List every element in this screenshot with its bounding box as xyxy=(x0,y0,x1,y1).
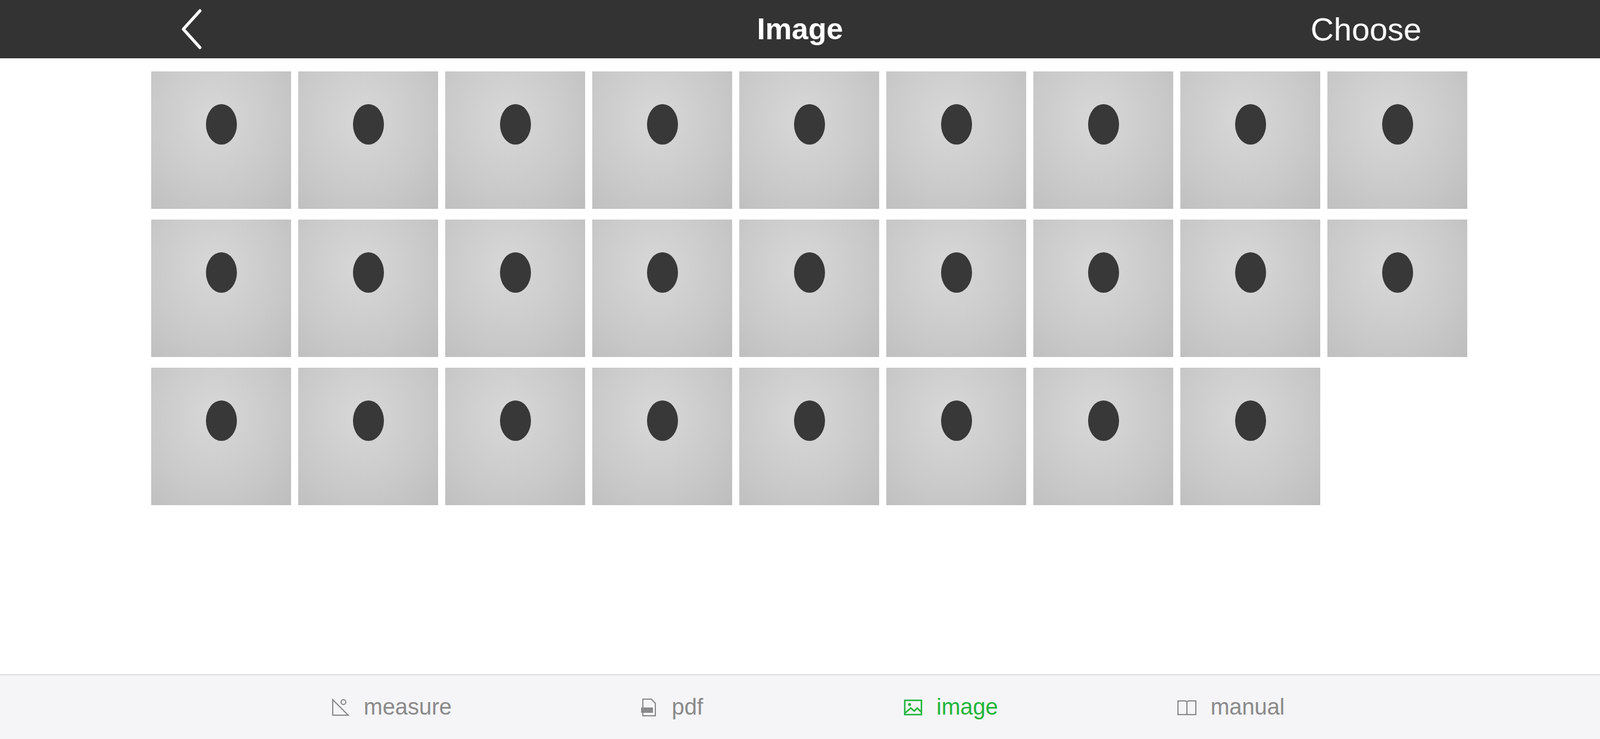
book-icon xyxy=(1176,697,1198,718)
image-thumbnail[interactable] xyxy=(592,367,733,506)
image-screen: Image Choose measure pdf image manual xyxy=(0,0,1600,739)
sample-spot xyxy=(1382,104,1414,145)
sample-spot xyxy=(352,400,384,442)
sample-spot xyxy=(1235,400,1267,442)
image-thumbnail[interactable] xyxy=(592,219,733,358)
image-thumbnail[interactable] xyxy=(1033,71,1174,209)
sample-spot xyxy=(647,252,678,293)
choose-button[interactable]: Choose xyxy=(1310,10,1422,48)
top-bar: Image Choose xyxy=(0,0,1600,59)
sample-spot xyxy=(941,400,973,442)
sample-spot xyxy=(794,104,825,145)
sample-spot xyxy=(500,104,531,145)
image-thumbnail[interactable] xyxy=(1180,367,1321,506)
sample-spot xyxy=(352,252,384,293)
image-thumbnail[interactable] xyxy=(445,219,586,358)
image-thumbnail[interactable] xyxy=(151,219,292,358)
image-thumbnail[interactable] xyxy=(592,71,733,209)
back-chevron-icon[interactable] xyxy=(179,8,204,50)
sample-spot xyxy=(1235,252,1267,293)
sample-spot xyxy=(352,104,384,145)
sample-spot xyxy=(205,400,237,442)
picture-icon xyxy=(902,697,924,718)
sample-spot xyxy=(500,400,531,442)
sample-spot xyxy=(1382,252,1414,293)
tab-label: image xyxy=(936,694,999,721)
image-thumbnail[interactable] xyxy=(151,367,292,506)
sample-spot xyxy=(647,400,678,442)
tab-label: measure xyxy=(363,694,452,721)
sample-spot xyxy=(1088,252,1120,293)
image-thumbnail[interactable] xyxy=(886,367,1027,506)
image-thumbnail[interactable] xyxy=(1180,219,1321,358)
sample-spot xyxy=(205,252,237,293)
sample-spot xyxy=(1235,104,1267,145)
sample-spot xyxy=(1088,104,1120,145)
sample-spot xyxy=(1088,400,1120,442)
image-thumbnail[interactable] xyxy=(886,219,1027,358)
image-thumbnail[interactable] xyxy=(151,71,292,209)
tab-item[interactable]: manual xyxy=(1090,694,1371,721)
sample-spot xyxy=(647,104,678,145)
ruler-icon xyxy=(330,697,351,718)
sample-spot xyxy=(941,104,973,145)
tab-label: manual xyxy=(1210,694,1286,721)
image-thumbnail[interactable] xyxy=(739,71,880,209)
pdf-file-icon xyxy=(638,697,659,718)
image-thumbnail[interactable] xyxy=(886,71,1027,209)
image-thumbnail[interactable] xyxy=(1033,219,1174,358)
tab-label: pdf xyxy=(672,694,704,721)
tab-item[interactable]: pdf xyxy=(530,694,811,721)
image-thumbnail[interactable] xyxy=(739,219,880,358)
image-thumbnail[interactable] xyxy=(445,367,586,506)
image-thumbnail[interactable] xyxy=(1033,367,1174,506)
image-thumbnail[interactable] xyxy=(1180,71,1321,209)
page-title: Image xyxy=(757,11,844,47)
sample-spot xyxy=(205,104,237,145)
tab-item[interactable]: image xyxy=(810,694,1091,721)
image-thumbnail[interactable] xyxy=(298,71,439,209)
tab-item[interactable]: measure xyxy=(251,694,531,721)
image-thumbnail[interactable] xyxy=(445,71,586,209)
image-gallery xyxy=(0,58,1600,675)
sample-spot xyxy=(794,252,825,293)
image-thumbnail[interactable] xyxy=(298,367,439,506)
sample-spot xyxy=(941,252,973,293)
image-thumbnail[interactable] xyxy=(1327,71,1468,209)
tab-bar: measure pdf image manual xyxy=(0,674,1600,739)
sample-spot xyxy=(794,400,825,442)
image-thumbnail[interactable] xyxy=(739,367,880,506)
image-thumbnail[interactable] xyxy=(1327,219,1468,358)
image-thumbnail[interactable] xyxy=(298,219,439,358)
sample-spot xyxy=(500,252,531,293)
